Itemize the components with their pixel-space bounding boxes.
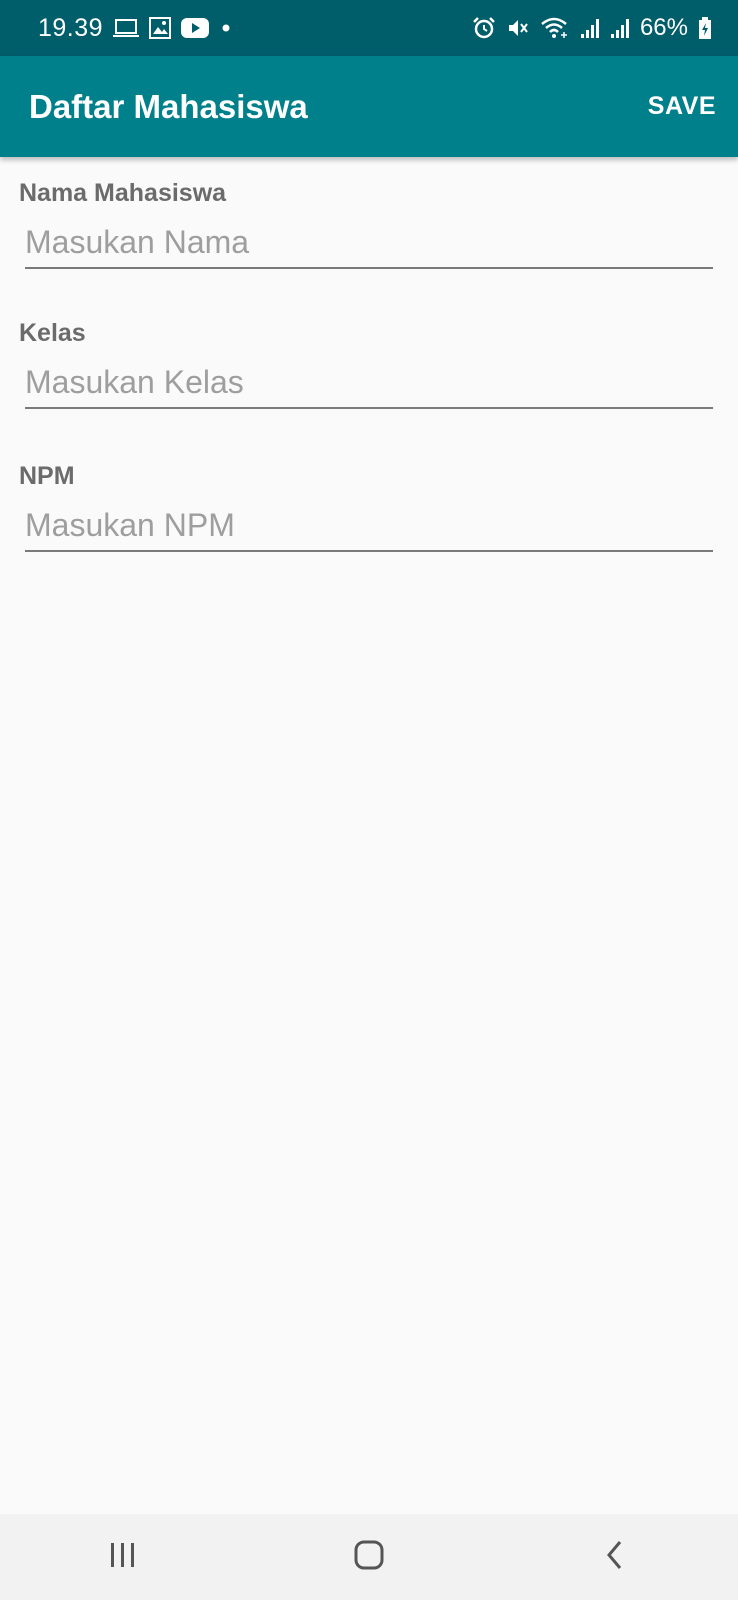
dot-icon [219,17,233,39]
status-time: 19.39 [38,13,104,42]
home-icon [353,1539,385,1576]
signal-icon [610,16,630,40]
recent-apps-button[interactable] [83,1527,163,1587]
npm-input[interactable] [25,500,713,552]
status-bar-left: 19.39 [38,14,233,43]
kelas-label: Kelas [19,319,86,347]
nama-input[interactable] [25,217,713,269]
npm-label: NPM [19,462,75,490]
home-button[interactable] [329,1527,409,1587]
back-icon [604,1539,626,1576]
youtube-icon [181,17,210,39]
signal-icon [580,16,600,40]
app-bar: Daftar Mahasiswa SAVE [0,56,738,157]
recent-apps-icon [108,1541,138,1574]
mute-icon [506,16,530,40]
kelas-input[interactable] [25,357,713,409]
app-title: Daftar Mahasiswa [29,87,308,125]
nama-label: Nama Mahasiswa [19,179,227,207]
save-button[interactable]: SAVE [648,92,716,121]
status-bar: 19.39 66% [0,0,738,56]
battery-percentage: 66% [639,14,688,41]
image-icon [149,17,172,39]
laptop-icon [113,17,140,39]
wifi-icon [540,16,570,40]
navigation-bar [0,1514,738,1600]
alarm-icon [472,16,496,40]
battery-icon [698,16,712,40]
back-button[interactable] [575,1527,655,1587]
status-bar-right: 66% [472,14,712,42]
